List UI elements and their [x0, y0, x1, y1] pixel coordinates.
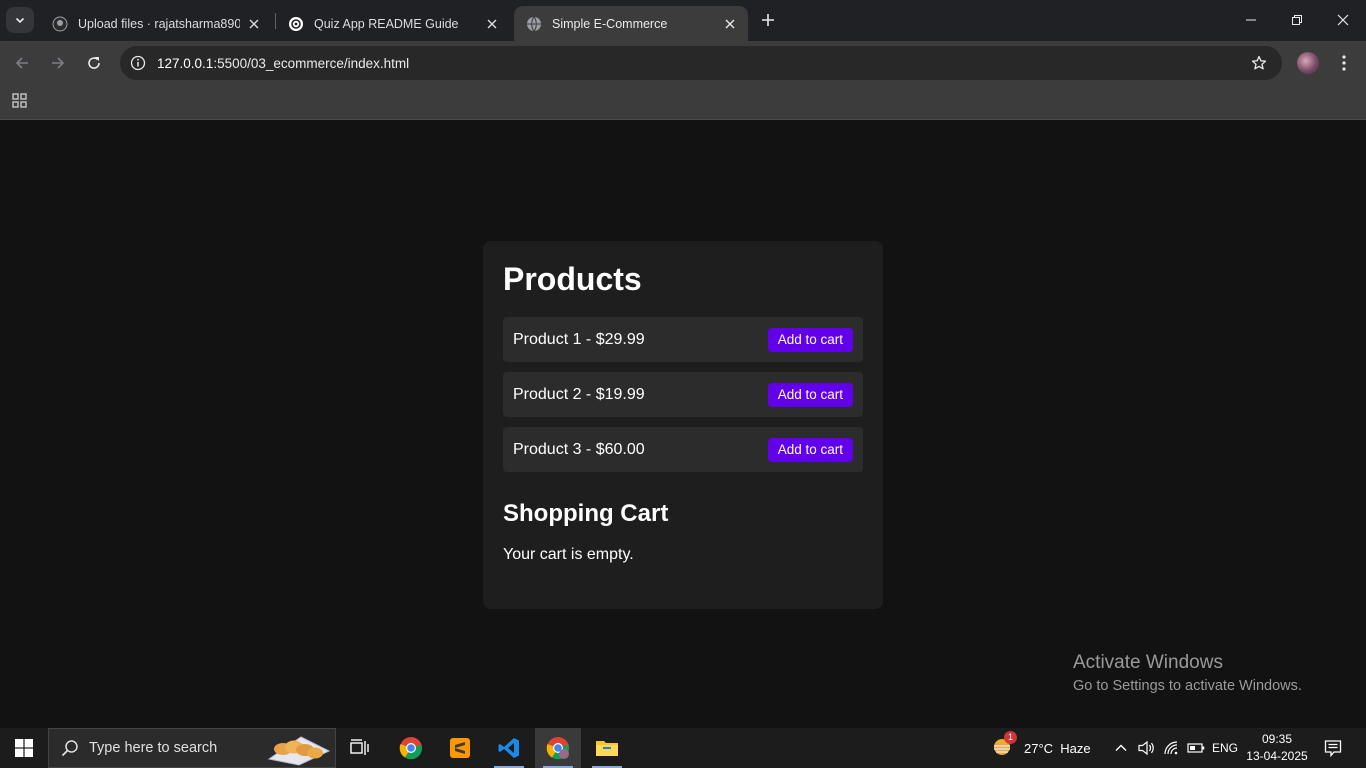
taskbar-chrome[interactable] [388, 728, 434, 768]
taskbar-clock[interactable]: 09:35 13-04-2025 [1244, 731, 1310, 765]
globe-icon [526, 16, 542, 32]
product-list: Product 1 - $29.99 Add to cart Product 2… [503, 317, 863, 472]
close-tab-icon[interactable] [484, 16, 500, 32]
network-button[interactable] [1163, 728, 1181, 768]
new-tab-button[interactable] [756, 8, 780, 32]
taskbar-sublime-text[interactable] [437, 728, 483, 768]
search-icon [61, 740, 78, 757]
volume-button[interactable] [1138, 728, 1156, 768]
battery-icon [1187, 743, 1205, 753]
restore-icon [1292, 15, 1302, 25]
reload-icon [88, 57, 100, 69]
store-card: Products Product 1 - $29.99 Add to cart … [483, 241, 883, 609]
browser-toolbar: 127.0.0.1:5500/03_ecommerce/index.html [0, 41, 1366, 85]
product-item: Product 2 - $19.99 Add to cart [503, 372, 863, 417]
add-to-cart-button[interactable]: Add to cart [767, 382, 853, 407]
weather-badge: 1 [1004, 731, 1017, 744]
wifi-icon [1164, 741, 1178, 755]
taskbar: Type here to search 1 27°C Haze ENG 09:3… [0, 728, 1366, 768]
bookmark-star-icon[interactable] [1250, 54, 1268, 72]
github-icon [52, 16, 68, 32]
tab-quiz-app[interactable]: Quiz App README Guide [276, 6, 510, 41]
weather-widget[interactable]: 1 27°C Haze [990, 728, 1091, 768]
taskbar-search-box[interactable]: Type here to search [48, 728, 336, 768]
tab-strip: Upload files · rajatsharma890/E Quiz App… [0, 0, 1366, 41]
task-view-button[interactable] [337, 728, 383, 768]
watermark-title: Activate Windows [1073, 652, 1223, 673]
close-icon [1337, 14, 1349, 26]
bookmarks-bar [0, 85, 1366, 120]
tab-title: Upload files · rajatsharma890/E [78, 16, 240, 31]
start-button[interactable] [0, 728, 48, 768]
products-heading: Products [503, 261, 642, 297]
search-highlight-image [267, 736, 331, 766]
task-view-icon [350, 739, 369, 755]
chevron-up-icon [1115, 744, 1127, 751]
chevron-down-icon [15, 17, 25, 24]
chrome-profile-icon [546, 737, 570, 760]
product-item: Product 1 - $29.99 Add to cart [503, 317, 863, 362]
sublime-text-icon [450, 738, 470, 758]
page-viewport: Products Product 1 - $29.99 Add to cart … [0, 121, 1366, 728]
watermark-subtitle: Go to Settings to activate Windows. [1073, 678, 1302, 694]
plus-icon [762, 14, 774, 26]
weather-text: 27°C Haze [1024, 740, 1091, 756]
notification-icon [1324, 740, 1342, 757]
tab-upload-files[interactable]: Upload files · rajatsharma890/E [40, 6, 272, 41]
taskbar-chrome-active[interactable] [535, 728, 581, 768]
more-vertical-icon [1342, 55, 1346, 71]
taskbar-file-explorer[interactable] [584, 728, 630, 768]
close-window-button[interactable] [1320, 0, 1366, 40]
windows-logo-icon [15, 739, 33, 757]
reload-button[interactable] [80, 49, 108, 77]
product-label: Product 3 - $60.00 [513, 440, 645, 458]
action-center-button[interactable] [1320, 736, 1346, 760]
cart-empty-message: Your cart is empty. [503, 546, 634, 563]
language-label: ENG [1212, 741, 1239, 755]
close-tab-icon[interactable] [722, 16, 738, 32]
battery-button[interactable] [1187, 728, 1205, 768]
url-host: 127.0.0.1 [157, 56, 214, 71]
product-label: Product 1 - $29.99 [513, 330, 645, 348]
weather-icon: 1 [990, 731, 1017, 761]
activate-windows-watermark: Activate Windows Go to Settings to activ… [1073, 652, 1302, 694]
show-hidden-icons-button[interactable] [1114, 728, 1128, 768]
profile-avatar[interactable] [1297, 52, 1319, 74]
back-button[interactable] [8, 49, 36, 77]
apps-grid-icon[interactable] [11, 92, 29, 110]
openai-icon [288, 16, 304, 32]
address-bar[interactable]: 127.0.0.1:5500/03_ecommerce/index.html [120, 46, 1282, 80]
input-language-button[interactable]: ENG [1212, 728, 1238, 768]
browser-menu-button[interactable] [1334, 51, 1354, 75]
minimize-button[interactable] [1228, 0, 1274, 40]
product-item: Product 3 - $60.00 Add to cart [503, 427, 863, 472]
minimize-icon [1246, 19, 1256, 21]
url-text: 127.0.0.1:5500/03_ecommerce/index.html [157, 56, 409, 71]
cart-heading: Shopping Cart [503, 500, 669, 527]
clock-date: 13-04-2025 [1246, 749, 1308, 763]
arrow-right-icon [52, 57, 65, 69]
forward-button[interactable] [44, 49, 72, 77]
tab-title: Simple E-Commerce [552, 16, 668, 31]
speaker-icon [1138, 740, 1154, 756]
vscode-icon [498, 738, 519, 758]
url-path: :5500/03_ecommerce/index.html [213, 56, 410, 71]
arrow-left-icon [15, 57, 28, 69]
search-placeholder: Type here to search [89, 740, 218, 756]
tab-search-button[interactable] [6, 7, 34, 33]
taskbar-vscode[interactable] [486, 728, 532, 768]
add-to-cart-button[interactable]: Add to cart [767, 327, 853, 352]
site-info-icon[interactable] [128, 53, 148, 73]
folder-icon [596, 741, 618, 756]
restore-button[interactable] [1274, 0, 1320, 40]
add-to-cart-button[interactable]: Add to cart [767, 437, 853, 462]
chrome-icon [399, 737, 423, 760]
tab-simple-ecommerce[interactable]: Simple E-Commerce [514, 6, 748, 41]
tab-title: Quiz App README Guide [314, 16, 459, 31]
close-tab-icon[interactable] [246, 16, 262, 32]
product-label: Product 2 - $19.99 [513, 385, 645, 403]
clock-time: 09:35 [1261, 732, 1293, 746]
